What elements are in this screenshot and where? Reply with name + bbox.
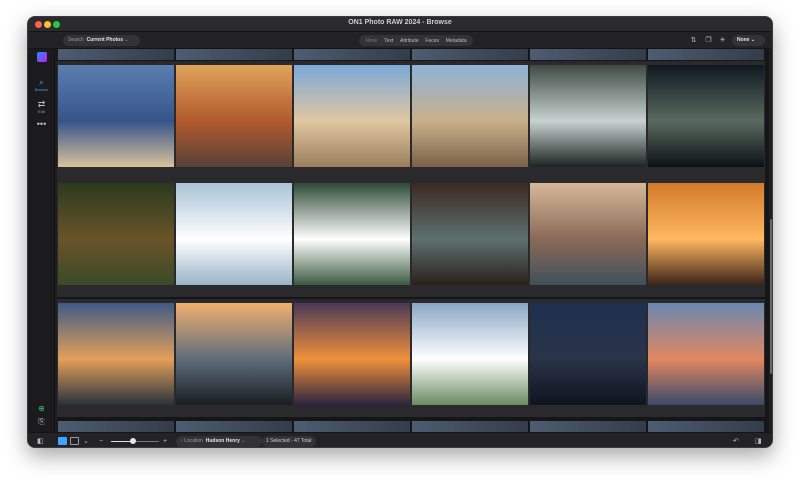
thumbnail-image xyxy=(294,65,410,167)
thumbnail-partial[interactable] xyxy=(648,49,764,60)
thumbnail-partial[interactable] xyxy=(530,49,646,60)
photo-grid xyxy=(57,49,770,432)
zoom-in-icon[interactable]: + xyxy=(163,437,167,446)
search-scope-dropdown[interactable]: Search Current Photos ⌄ xyxy=(63,35,140,46)
grid-view-button[interactable] xyxy=(58,437,67,445)
chevron-down-icon: ⌄ xyxy=(124,37,129,43)
photo-thumbnail[interactable] xyxy=(175,179,293,297)
more-icon: ••• xyxy=(36,119,47,129)
thumbnail-image xyxy=(58,183,174,285)
photo-thumbnail[interactable] xyxy=(293,299,411,417)
thumbnail-image xyxy=(294,303,410,405)
filter-tab-faces[interactable]: Faces xyxy=(425,38,439,44)
brightness-icon[interactable]: ☀ xyxy=(718,36,727,45)
location-label: Location xyxy=(184,438,203,444)
thumbnail-image xyxy=(412,183,528,285)
thumbnail-image xyxy=(648,303,764,405)
thumbnail-partial[interactable] xyxy=(58,421,174,432)
photo-thumbnail[interactable] xyxy=(411,299,529,417)
thumbnail-image xyxy=(58,303,174,405)
sidebar-toggle-icon[interactable]: ◧ xyxy=(37,437,44,446)
zoom-out-icon[interactable]: − xyxy=(99,437,103,446)
scrollbar-thumb[interactable] xyxy=(770,219,772,374)
thumbnail-partial[interactable] xyxy=(176,49,292,60)
chevron-down-icon: ⌄ xyxy=(241,438,246,444)
photo-thumbnail[interactable] xyxy=(529,179,647,297)
grid-scrollbar[interactable] xyxy=(769,49,772,432)
left-sidebar: ⌕ Browse ⇄ Edit ••• ⊕ ⎘ xyxy=(28,49,55,432)
slider-knob[interactable] xyxy=(129,438,136,444)
photo-thumbnail[interactable] xyxy=(57,61,175,179)
app-window: ON1 Photo RAW 2024 - Browse Search Curre… xyxy=(27,16,773,448)
thumbnail-partial[interactable] xyxy=(176,421,292,432)
thumbnail-partial[interactable] xyxy=(412,49,528,60)
photo-thumbnail[interactable] xyxy=(647,61,765,179)
photo-thumbnail[interactable] xyxy=(647,299,765,417)
sidebar-item-label: Browse xyxy=(34,87,49,92)
chevron-down-icon[interactable]: ⌄ xyxy=(83,437,89,446)
thumbnail-image xyxy=(176,183,292,285)
thumbnail-image xyxy=(530,65,646,167)
photo-thumbnail[interactable] xyxy=(529,299,647,417)
filter-segmented-control: None Text Attribute Faces Metadata xyxy=(359,35,473,46)
thumbnail-image xyxy=(294,183,410,285)
photo-thumbnail[interactable] xyxy=(57,299,175,417)
bottom-status-bar: ◧ ⌄ − + ‹ Location Hudson Henry ⌄ 1 Sele… xyxy=(28,432,772,447)
thumbnail-partial[interactable] xyxy=(294,421,410,432)
thumbnail-partial[interactable] xyxy=(412,421,528,432)
photo-thumbnail[interactable] xyxy=(647,179,765,297)
preset-dropdown[interactable]: None ⌄ xyxy=(732,35,765,46)
app-logo xyxy=(37,52,47,62)
thumbnail-image xyxy=(530,303,646,405)
filmstrip-view-button[interactable] xyxy=(70,437,79,445)
filter-tab-text[interactable]: Text xyxy=(384,38,393,44)
panel-toggle-icon[interactable]: ◨ xyxy=(755,437,762,446)
filter-tab-none[interactable]: None xyxy=(365,38,377,44)
photo-thumbnail[interactable] xyxy=(293,61,411,179)
thumbnail-partial[interactable] xyxy=(294,49,410,60)
sidebar-item-label: Edit xyxy=(38,109,45,114)
photo-thumbnail[interactable] xyxy=(293,179,411,297)
title-bar: ON1 Photo RAW 2024 - Browse xyxy=(28,17,772,32)
search-label: Search xyxy=(68,37,84,43)
photo-thumbnail[interactable] xyxy=(175,61,293,179)
thumbnail-partial[interactable] xyxy=(530,421,646,432)
filter-tab-attribute[interactable]: Attribute xyxy=(400,38,419,44)
thumbnail-image xyxy=(176,303,292,405)
edit-icon: ⇄ xyxy=(37,99,46,109)
search-scope-value: Current Photos xyxy=(86,37,124,43)
thumbnail-image xyxy=(58,65,174,167)
photo-thumbnail[interactable] xyxy=(175,299,293,417)
filter-tab-metadata[interactable]: Metadata xyxy=(446,38,467,44)
rotate-icon[interactable]: ↶ xyxy=(733,437,739,446)
thumbnail-partial[interactable] xyxy=(58,49,174,60)
window-title: ON1 Photo RAW 2024 - Browse xyxy=(348,19,452,26)
sidebar-item-browse[interactable]: ⌕ Browse xyxy=(28,77,55,93)
thumbnail-image xyxy=(176,65,292,167)
thumbnail-image xyxy=(412,65,528,167)
more-button[interactable]: ••• xyxy=(28,119,55,129)
sync-icon[interactable]: ⊕ xyxy=(36,404,47,413)
export-icon[interactable]: ⎘ xyxy=(36,417,47,426)
thumbnail-image xyxy=(530,183,646,285)
browse-icon: ⌕ xyxy=(38,77,45,87)
selection-count: 1 Selected - 47 Total xyxy=(262,436,316,447)
thumbnail-image xyxy=(648,183,764,285)
thumbnail-partial[interactable] xyxy=(648,421,764,432)
location-breadcrumb[interactable]: ‹ Location Hudson Henry ⌄ xyxy=(176,436,262,447)
photo-thumbnail[interactable] xyxy=(411,179,529,297)
preset-dropdown-value: None xyxy=(737,37,750,43)
sidebar-item-edit[interactable]: ⇄ Edit xyxy=(28,99,55,115)
thumbnail-size-slider[interactable] xyxy=(111,438,159,444)
thumbnail-image xyxy=(412,303,528,405)
photo-thumbnail[interactable] xyxy=(411,61,529,179)
photo-thumbnail[interactable] xyxy=(57,179,175,297)
photo-thumbnail[interactable] xyxy=(529,61,647,179)
chevron-down-icon: ⌄ xyxy=(750,37,756,43)
location-value: Hudson Henry xyxy=(205,438,240,444)
compare-icon[interactable]: ❐ xyxy=(704,36,713,45)
sort-icon[interactable]: ⇅ xyxy=(689,36,698,45)
thumbnail-image xyxy=(648,65,764,167)
top-toolbar: Search Current Photos ⌄ None Text Attrib… xyxy=(28,32,772,49)
